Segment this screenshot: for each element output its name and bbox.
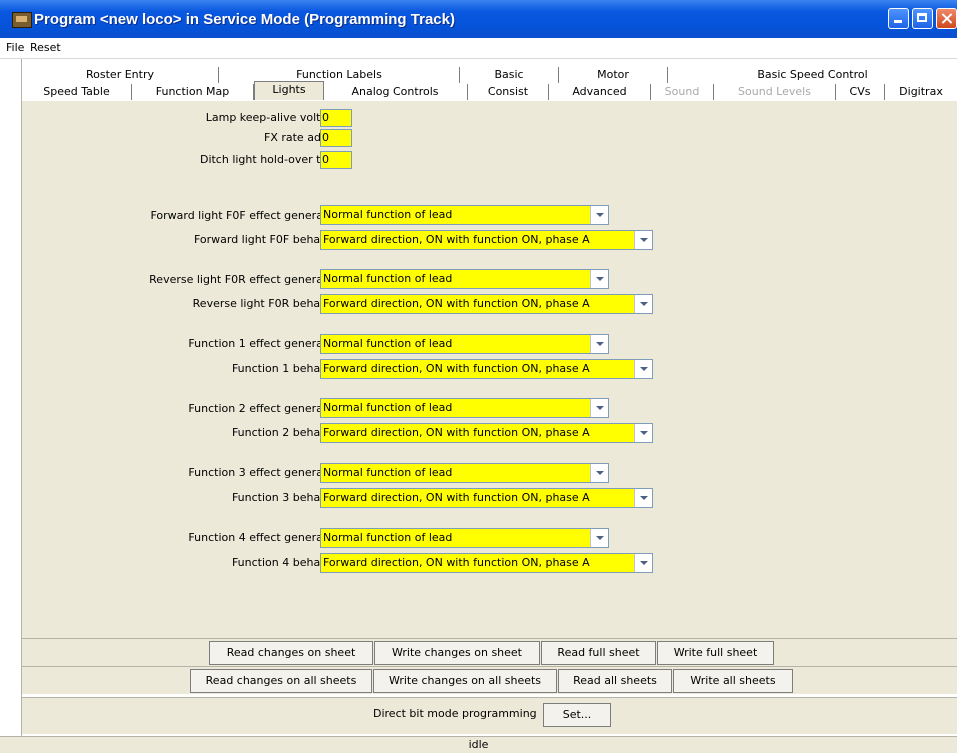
write-all-sheets-button[interactable]: Write all sheets (673, 669, 793, 693)
forward-light-behavior-label: Forward light F0F behavior (193, 233, 341, 246)
sheet-button-row: Read changes on sheet Write changes on s… (22, 638, 957, 666)
tab-function-map[interactable]: Function Map (132, 84, 254, 100)
maximize-button[interactable] (912, 8, 933, 29)
menu-reset[interactable]: Reset (30, 41, 61, 54)
function-1-effect-combo[interactable]: Normal function of lead (320, 334, 609, 354)
chevron-down-icon[interactable] (590, 270, 608, 288)
function-3-effect-value: Normal function of lead (323, 466, 453, 479)
read-all-sheets-button[interactable]: Read all sheets (558, 669, 672, 693)
function-3-behavior-value: Forward direction, ON with function ON, … (323, 491, 590, 504)
reverse-light-effect-value: Normal function of lead (323, 272, 453, 285)
function-3-effect-label: Function 3 effect generated (188, 466, 341, 479)
tab-basic[interactable]: Basic (460, 67, 559, 83)
reverse-light-behavior-combo[interactable]: Forward direction, ON with function ON, … (320, 294, 653, 314)
chevron-down-icon[interactable] (590, 399, 608, 417)
window-title: Program <new loco> in Service Mode (Prog… (34, 11, 455, 28)
tab-lights[interactable]: Lights (254, 81, 324, 100)
tab-cvs[interactable]: CVs (836, 84, 885, 100)
tab-roster-entry[interactable]: Roster Entry (22, 67, 219, 83)
function-2-effect-value: Normal function of lead (323, 401, 453, 414)
chevron-down-icon[interactable] (634, 360, 652, 378)
function-1-behavior-value: Forward direction, ON with function ON, … (323, 362, 590, 375)
tab-motor[interactable]: Motor (559, 67, 668, 83)
ditch-light-holdover-field[interactable]: 0 (320, 151, 352, 169)
read-full-sheet-button[interactable]: Read full sheet (541, 641, 656, 665)
function-3-effect-combo[interactable]: Normal function of lead (320, 463, 609, 483)
function-4-behavior-combo[interactable]: Forward direction, ON with function ON, … (320, 553, 653, 573)
tab-analog-controls[interactable]: Analog Controls (323, 84, 468, 100)
menu-file[interactable]: File (6, 41, 24, 54)
lamp-keep-alive-field[interactable]: 0 (320, 109, 352, 127)
set-mode-button[interactable]: Set... (543, 703, 611, 727)
function-4-effect-value: Normal function of lead (323, 531, 453, 544)
status-bar: idle (0, 736, 957, 753)
function-2-behavior-value: Forward direction, ON with function ON, … (323, 426, 590, 439)
tab-advanced[interactable]: Advanced (549, 84, 651, 100)
reverse-light-behavior-value: Forward direction, ON with function ON, … (323, 297, 590, 310)
forward-light-behavior-value: Forward direction, ON with function ON, … (323, 233, 590, 246)
function-4-effect-combo[interactable]: Normal function of lead (320, 528, 609, 548)
chevron-down-icon[interactable] (634, 554, 652, 572)
read-changes-on-sheet-button[interactable]: Read changes on sheet (209, 641, 373, 665)
reverse-light-effect-combo[interactable]: Normal function of lead (320, 269, 609, 289)
chevron-down-icon[interactable] (590, 335, 608, 353)
function-4-effect-label: Function 4 effect generated (188, 531, 341, 544)
chevron-down-icon[interactable] (634, 295, 652, 313)
chevron-down-icon[interactable] (634, 489, 652, 507)
forward-light-effect-label: Forward light F0F effect generated (150, 209, 341, 222)
read-changes-on-all-sheets-button[interactable]: Read changes on all sheets (190, 669, 372, 693)
locomotive-app-icon (12, 12, 32, 28)
reverse-light-effect-label: Reverse light F0R effect generated (149, 273, 341, 286)
forward-light-behavior-combo[interactable]: Forward direction, ON with function ON, … (320, 230, 653, 250)
function-1-effect-value: Normal function of lead (323, 337, 453, 350)
forward-light-effect-combo[interactable]: Normal function of lead (320, 205, 609, 225)
tab-basic-speed-control[interactable]: Basic Speed Control (668, 67, 957, 83)
function-2-effect-label: Function 2 effect generated (188, 402, 341, 415)
function-3-behavior-combo[interactable]: Forward direction, ON with function ON, … (320, 488, 653, 508)
menu-bar: File Reset (0, 38, 957, 59)
all-sheets-button-row: Read changes on all sheets Write changes… (22, 666, 957, 694)
chevron-down-icon[interactable] (634, 231, 652, 249)
function-1-effect-label: Function 1 effect generated (188, 337, 341, 350)
programmer-window: Program <new loco> in Service Mode (Prog… (0, 0, 957, 753)
tab-consist[interactable]: Consist (468, 84, 549, 100)
lights-panel: Lamp keep-alive voltage 0 FX rate adjust… (22, 101, 957, 638)
tab-digitrax[interactable]: Digitrax (885, 84, 957, 100)
title-bar[interactable]: Program <new loco> in Service Mode (Prog… (0, 0, 957, 38)
write-changes-on-sheet-button[interactable]: Write changes on sheet (374, 641, 540, 665)
fx-rate-adjust-field[interactable]: 0 (320, 129, 352, 147)
chevron-down-icon[interactable] (590, 464, 608, 482)
tab-sound-levels: Sound Levels (714, 84, 836, 100)
tab-speed-table[interactable]: Speed Table (22, 84, 132, 100)
close-button[interactable] (936, 8, 957, 29)
tab-row-2: Speed Table Function Map Lights Analog C… (22, 81, 957, 102)
function-4-behavior-value: Forward direction, ON with function ON, … (323, 556, 590, 569)
write-full-sheet-button[interactable]: Write full sheet (657, 641, 774, 665)
function-2-behavior-combo[interactable]: Forward direction, ON with function ON, … (320, 423, 653, 443)
function-1-behavior-combo[interactable]: Forward direction, ON with function ON, … (320, 359, 653, 379)
minimize-button[interactable] (888, 8, 909, 29)
chevron-down-icon[interactable] (634, 424, 652, 442)
programming-mode-label: Direct bit mode programming (373, 707, 537, 720)
tab-sound: Sound (651, 84, 714, 100)
programming-mode-row: Direct bit mode programming Set... (22, 697, 957, 734)
forward-light-effect-value: Normal function of lead (323, 208, 453, 221)
chevron-down-icon[interactable] (590, 206, 608, 224)
function-2-effect-combo[interactable]: Normal function of lead (320, 398, 609, 418)
tab-row-1: Roster Entry Function Labels Basic Motor… (22, 67, 957, 84)
chevron-down-icon[interactable] (590, 529, 608, 547)
write-changes-on-all-sheets-button[interactable]: Write changes on all sheets (373, 669, 557, 693)
reverse-light-behavior-label: Reverse light F0R behavior (192, 297, 341, 310)
